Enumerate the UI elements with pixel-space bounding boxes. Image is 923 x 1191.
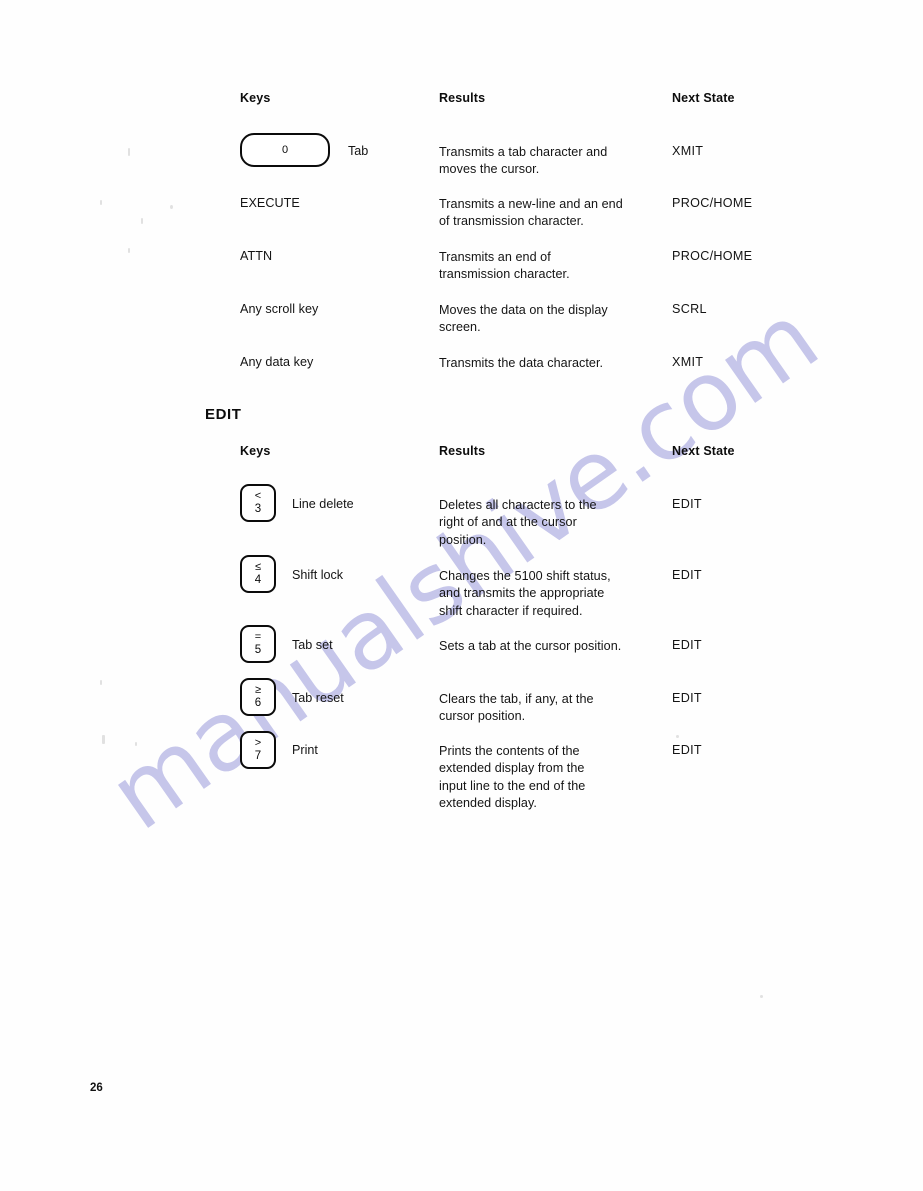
keycap-number: 5: [254, 643, 262, 656]
keycap-print[interactable]: > 7: [240, 731, 276, 769]
keycap-symbol: >: [254, 737, 262, 750]
keycap-line-delete[interactable]: < 3: [240, 484, 276, 522]
results-line: extended display.: [439, 796, 537, 811]
results-line: Clears the tab, if any, at the: [439, 692, 594, 706]
key-label-tab: Tab: [348, 144, 369, 158]
results-line: Moves the data on the display: [439, 303, 608, 317]
keycap-number: 7: [254, 749, 262, 762]
key-label-any-data-key: Any data key: [240, 355, 314, 369]
section2-header-results: Results: [439, 444, 486, 458]
results-cell: Transmits an end of transmission charact…: [439, 249, 570, 284]
results-cell: Transmits a tab character and moves the …: [439, 144, 607, 179]
results-line: Transmits the data character.: [439, 356, 604, 370]
section-title-edit: EDIT: [205, 406, 242, 423]
next-state-cell: EDIT: [672, 638, 702, 652]
results-line: Transmits a tab character and: [439, 145, 608, 159]
scanned-page: manualshive.com Keys Results Next State …: [0, 0, 923, 1191]
results-line: Prints the contents of the: [439, 744, 580, 758]
next-state-cell: EDIT: [672, 568, 702, 582]
keycap-shift-lock[interactable]: ≤ 4: [240, 555, 276, 593]
results-cell: Changes the 5100 shift status, and trans…: [439, 568, 611, 620]
key-label-print: Print: [292, 743, 318, 757]
keycap-number: 3: [254, 502, 262, 515]
results-line: screen.: [439, 320, 481, 335]
key-label-tab-reset: Tab reset: [292, 691, 344, 705]
results-line: Transmits a new-line and an end: [439, 197, 623, 211]
next-state-cell: XMIT: [672, 355, 704, 369]
results-line: Changes the 5100 shift status,: [439, 569, 611, 583]
results-line: Transmits an end of: [439, 250, 551, 264]
keycap-symbol: ≤: [254, 561, 262, 574]
results-cell: Transmits the data character.: [439, 355, 603, 372]
results-line: shift character if required.: [439, 603, 583, 618]
results-cell: Sets a tab at the cursor position.: [439, 638, 621, 655]
results-line: Deletes all characters to the: [439, 498, 597, 512]
keycap-tab-reset[interactable]: ≥ 6: [240, 678, 276, 716]
section1-header-results: Results: [439, 91, 486, 105]
results-cell: Moves the data on the display screen.: [439, 302, 608, 337]
results-line: Sets a tab at the cursor position.: [439, 639, 622, 653]
keycap-symbol: <: [254, 490, 262, 503]
next-state-cell: EDIT: [672, 691, 702, 705]
results-cell: Transmits a new-line and an end of trans…: [439, 196, 623, 231]
page-number: 26: [90, 1082, 103, 1094]
results-line: cursor position.: [439, 709, 526, 724]
results-line: of transmission character.: [439, 214, 584, 229]
key-label-tab-set: Tab set: [292, 638, 333, 652]
content-layer: Keys Results Next State 0 Tab Transmits …: [0, 0, 923, 1191]
results-cell: Clears the tab, if any, at the cursor po…: [439, 691, 594, 726]
key-label-attn: ATTN: [240, 249, 273, 263]
keycap-tab-set[interactable]: = 5: [240, 625, 276, 663]
next-state-cell: EDIT: [672, 497, 702, 511]
key-label-shift-lock: Shift lock: [292, 568, 344, 582]
next-state-cell: PROC/HOME: [672, 249, 753, 263]
results-cell: Prints the contents of the extended disp…: [439, 743, 585, 813]
next-state-cell: EDIT: [672, 743, 702, 757]
keycap-symbol: =: [254, 631, 262, 644]
results-line: input line to the end of the: [439, 778, 586, 793]
results-cell: Deletes all characters to the right of a…: [439, 497, 597, 549]
results-line: right of and at the cursor: [439, 515, 577, 530]
key-label-any-scroll-key: Any scroll key: [240, 302, 319, 316]
key-label-line-delete: Line delete: [292, 497, 354, 511]
next-state-cell: PROC/HOME: [672, 196, 753, 210]
section1-header-keys: Keys: [240, 91, 271, 105]
keycap-symbol: ≥: [254, 684, 262, 697]
next-state-cell: SCRL: [672, 302, 707, 316]
results-line: moves the cursor.: [439, 162, 540, 177]
section2-header-keys: Keys: [240, 444, 271, 458]
next-state-cell: XMIT: [672, 144, 704, 158]
results-line: and transmits the appropriate: [439, 586, 605, 601]
keycap-tab[interactable]: 0: [240, 133, 330, 167]
keycap-tab-number: 0: [281, 143, 289, 156]
results-line: position.: [439, 532, 487, 547]
key-label-execute: EXECUTE: [240, 196, 300, 210]
keycap-number: 6: [254, 696, 262, 709]
results-line: transmission character.: [439, 267, 570, 282]
results-line: extended display from the: [439, 761, 585, 776]
section2-header-next-state: Next State: [672, 444, 735, 458]
section1-header-next-state: Next State: [672, 91, 735, 105]
keycap-number: 4: [254, 573, 262, 586]
